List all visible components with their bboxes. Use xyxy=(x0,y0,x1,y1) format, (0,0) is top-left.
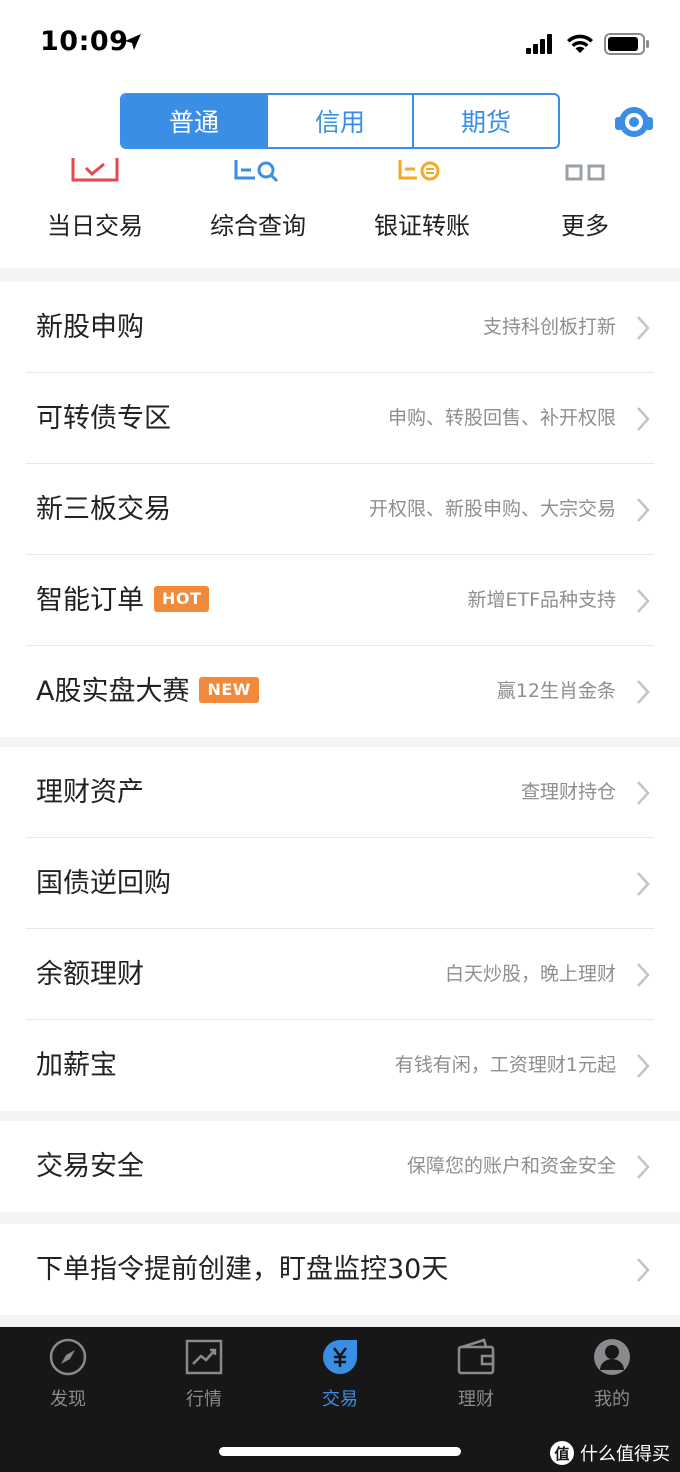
chevron-right-icon xyxy=(637,963,650,987)
list-row-reverse-repo[interactable]: 国债逆回购 xyxy=(26,838,654,929)
daily-trade-icon xyxy=(71,158,119,182)
status-time: 10:09 xyxy=(40,26,129,57)
tab-market[interactable]: 行情 xyxy=(136,1327,272,1427)
row-subtitle: 新增ETF品种支持 xyxy=(467,589,616,611)
quick-action-label: 更多 xyxy=(561,212,609,240)
row-title: 新股申购 xyxy=(36,312,144,343)
row-subtitle: 有钱有闲，工资理财1元起 xyxy=(394,1054,616,1076)
row-subtitle: 赢12生肖金条 xyxy=(496,680,616,702)
list-row-ipo[interactable]: 新股申购 支持科创板打新 xyxy=(26,282,654,373)
chevron-right-icon xyxy=(637,407,650,431)
row-title-wrap: 智能订单 HOT xyxy=(36,555,210,646)
quick-actions: 当日交易 综合查询 银证转账 更多 xyxy=(0,150,680,268)
segment-credit[interactable]: 信用 xyxy=(268,95,414,147)
list-row-balance-wealth[interactable]: 余额理财 白天炒股，晚上理财 xyxy=(26,929,654,1020)
tab-wealth[interactable]: 理财 xyxy=(408,1327,544,1427)
quick-action-label: 综合查询 xyxy=(210,212,306,240)
row-subtitle: 申购、转股回售、补开权限 xyxy=(387,407,616,429)
wealth-card: 理财资产 查理财持仓 国债逆回购 余额理财 白天炒股，晚上理财 加薪宝 有钱有闲… xyxy=(0,747,680,1111)
transfer-icon xyxy=(398,160,440,181)
trade-header: 普通 信用 期货 xyxy=(0,88,680,150)
row-title: A股实盘大赛 xyxy=(36,676,190,707)
chevron-right-icon xyxy=(637,781,650,805)
customer-service-icon[interactable] xyxy=(612,100,656,144)
list-row-conditional-order[interactable]: 下单指令提前创建，盯盘监控30天 xyxy=(26,1224,654,1315)
list-row-wealth-assets[interactable]: 理财资产 查理财持仓 xyxy=(26,747,654,838)
new-badge: NEW xyxy=(199,676,259,703)
quick-action-more[interactable]: 更多 xyxy=(500,150,670,268)
battery-icon xyxy=(604,33,649,55)
row-title: 新三板交易 xyxy=(36,494,171,525)
row-subtitle: 保障您的账户和资金安全 xyxy=(406,1155,616,1177)
hot-badge: HOT xyxy=(154,585,210,612)
tab-discover[interactable]: 发现 xyxy=(0,1327,136,1427)
row-title: 国债逆回购 xyxy=(36,868,171,899)
chevron-right-icon xyxy=(637,1258,650,1282)
quick-action-daily-trade[interactable]: 当日交易 xyxy=(10,150,180,268)
quick-action-query[interactable]: 综合查询 xyxy=(173,150,343,268)
row-title: 下单指令提前创建，盯盘监控30天 xyxy=(36,1254,449,1285)
wifi-icon xyxy=(567,34,593,53)
tab-trade[interactable]: 交易 xyxy=(272,1327,408,1427)
wallet-icon xyxy=(457,1338,495,1375)
account-type-segmented-control: 普通 信用 期货 xyxy=(120,93,560,149)
row-title: 加薪宝 xyxy=(36,1050,117,1081)
more-grid-icon xyxy=(565,164,605,181)
quick-action-label: 银证转账 xyxy=(374,212,470,240)
row-subtitle: 白天炒股，晚上理财 xyxy=(444,963,616,985)
tab-label: 理财 xyxy=(458,1389,494,1410)
tab-label: 我的 xyxy=(594,1389,630,1410)
chevron-right-icon xyxy=(637,872,650,896)
compass-icon xyxy=(49,1338,87,1376)
watermark-logo: 值 xyxy=(550,1441,574,1465)
quick-action-transfer[interactable]: 银证转账 xyxy=(337,150,507,268)
chart-icon xyxy=(185,1339,223,1375)
list-row-trading-contest[interactable]: A股实盘大赛 NEW 赢12生肖金条 xyxy=(26,646,654,737)
list-row-trade-security[interactable]: 交易安全 保障您的账户和资金安全 xyxy=(26,1121,654,1212)
list-row-neeq[interactable]: 新三板交易 开权限、新股申购、大宗交易 xyxy=(26,464,654,555)
list-row-convertible-bond[interactable]: 可转债专区 申购、转股回售、补开权限 xyxy=(26,373,654,464)
tab-label: 交易 xyxy=(322,1389,358,1410)
chevron-right-icon xyxy=(637,1155,650,1179)
watermark: 值 什么值得买 xyxy=(550,1440,670,1466)
cellular-signal-icon xyxy=(526,34,552,54)
profile-icon xyxy=(594,1339,630,1375)
tab-label: 发现 xyxy=(50,1389,86,1410)
tab-label: 行情 xyxy=(186,1389,222,1410)
row-title: 可转债专区 xyxy=(36,403,171,434)
row-title: 交易安全 xyxy=(36,1151,144,1182)
segment-futures[interactable]: 期货 xyxy=(414,95,558,147)
row-subtitle: 支持科创板打新 xyxy=(482,316,616,338)
status-bar: 10:09 xyxy=(0,0,680,88)
location-arrow-icon xyxy=(125,34,141,50)
query-icon xyxy=(234,160,279,183)
chevron-right-icon xyxy=(637,498,650,522)
row-title: 智能订单 xyxy=(36,585,144,616)
row-title-wrap: A股实盘大赛 NEW xyxy=(36,646,259,737)
list-row-salary-plus[interactable]: 加薪宝 有钱有闲，工资理财1元起 xyxy=(26,1020,654,1111)
chevron-right-icon xyxy=(637,680,650,704)
segment-normal[interactable]: 普通 xyxy=(122,95,268,147)
row-subtitle: 开权限、新股申购、大宗交易 xyxy=(368,498,616,520)
home-indicator xyxy=(219,1447,461,1456)
trade-services-card: 新股申购 支持科创板打新 可转债专区 申购、转股回售、补开权限 新三板交易 开权… xyxy=(0,282,680,737)
chevron-right-icon xyxy=(637,1054,650,1078)
watermark-text: 什么值得买 xyxy=(580,1444,670,1465)
list-row-smart-order[interactable]: 智能订单 HOT 新增ETF品种支持 xyxy=(26,555,654,646)
order-promo-card: 下单指令提前创建，盯盘监控30天 xyxy=(0,1224,680,1315)
chevron-right-icon xyxy=(637,316,650,340)
row-subtitle: 查理财持仓 xyxy=(520,781,616,803)
quick-action-label: 当日交易 xyxy=(47,212,143,240)
row-title: 余额理财 xyxy=(36,959,144,990)
tab-mine[interactable]: 我的 xyxy=(544,1327,680,1427)
row-title: 理财资产 xyxy=(36,777,144,808)
security-card: 交易安全 保障您的账户和资金安全 xyxy=(0,1121,680,1212)
chevron-right-icon xyxy=(637,589,650,613)
yen-coin-icon xyxy=(323,1340,357,1374)
